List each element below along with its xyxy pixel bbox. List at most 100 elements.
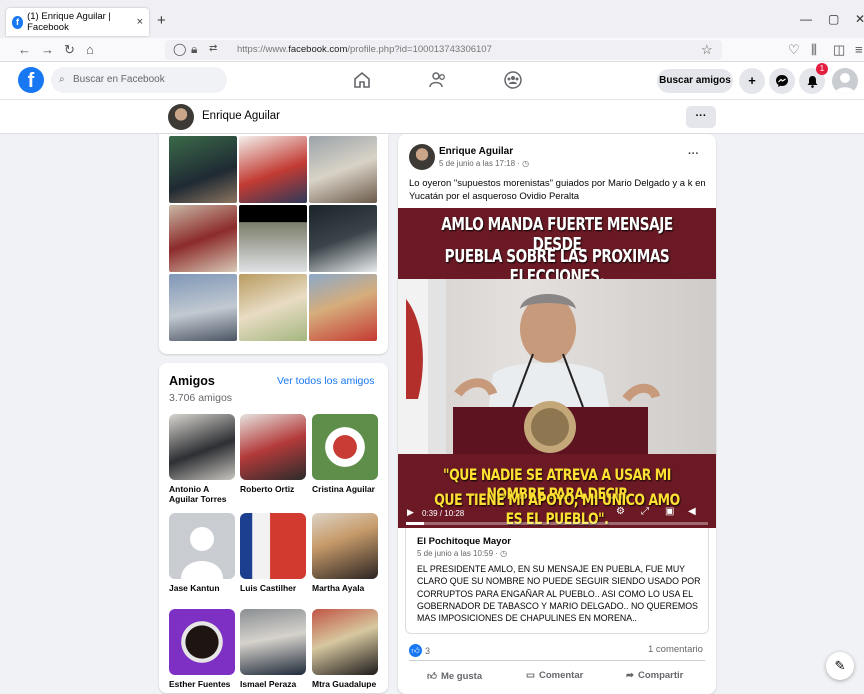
forward-icon[interactable]: → (41, 42, 54, 57)
reload-icon[interactable]: ↻ (64, 42, 75, 58)
photo-thumbnail[interactable] (309, 136, 377, 203)
url-text: https://www.facebook.com/profile.php?id=… (237, 44, 492, 55)
pocket-icon[interactable]: ♡ (788, 42, 800, 58)
post-card: Enrique Aguilar 5 de junio a las 17:18 ·… (398, 134, 716, 694)
menu-icon[interactable]: ≡ (855, 42, 863, 57)
play-icon[interactable]: ▶ (407, 507, 414, 518)
friend-item[interactable]: Mtra Guadalupe (312, 609, 378, 689)
account-avatar[interactable] (832, 68, 858, 94)
tab-close-icon[interactable]: × (137, 16, 143, 28)
video-progress-fill (406, 522, 425, 525)
library-icon[interactable]: ⫼ (811, 42, 817, 58)
friend-item[interactable]: Luis Castilher (240, 513, 306, 593)
reactions-summary[interactable]: 👍︎ 3 (409, 644, 430, 657)
shared-post-timestamp[interactable]: 5 de junio a las 10:59 · ◷ (417, 549, 507, 558)
find-friends-button[interactable]: Buscar amigos (657, 69, 733, 93)
profile-avatar[interactable] (168, 104, 194, 130)
friend-item[interactable]: Esther Fuentes (169, 609, 235, 689)
friend-photo-placeholder[interactable] (169, 513, 235, 579)
window-close-icon[interactable]: ✕ (855, 12, 864, 26)
home-nav-icon[interactable] (352, 70, 372, 90)
friend-name[interactable]: Ismael Peraza (240, 679, 306, 689)
post-author-avatar[interactable] (409, 144, 435, 170)
photo-thumbnail[interactable] (239, 205, 307, 272)
friend-name[interactable]: Martha Ayala (312, 583, 378, 593)
like-reaction-icon: 👍︎ (409, 644, 422, 657)
friend-photo[interactable] (240, 609, 306, 675)
friend-photo[interactable] (240, 513, 306, 579)
friend-photo[interactable] (312, 609, 378, 675)
friend-photo[interactable] (312, 513, 378, 579)
photo-thumbnail[interactable] (239, 274, 307, 341)
friend-item[interactable]: Roberto Ortiz (240, 414, 306, 494)
back-icon[interactable]: ← (18, 42, 31, 57)
fullscreen-icon[interactable]: ⤢ (641, 506, 649, 517)
comments-count-link[interactable]: 1 comentario (648, 644, 703, 655)
new-tab-button[interactable]: + (157, 12, 166, 29)
friend-name[interactable]: Esther Fuentes (169, 679, 235, 689)
friend-photo[interactable] (240, 414, 306, 480)
notifications-badge: 1 (816, 63, 828, 75)
volume-icon[interactable]: ◀ (688, 506, 696, 517)
friend-name[interactable]: Mtra Guadalupe (312, 679, 378, 689)
friend-name[interactable]: Antonio A Aguilar Torres (169, 484, 235, 504)
like-button[interactable]: 👍︎ Me gusta (427, 670, 482, 683)
post-author-name[interactable]: Enrique Aguilar (439, 146, 513, 157)
settings-gear-icon[interactable]: ⚙ (616, 506, 625, 517)
friend-item[interactable]: Jase Kantun (169, 513, 235, 593)
url-path: /profile.php?id=100013743306107 (347, 44, 492, 55)
friend-photo[interactable] (169, 414, 235, 480)
share-button[interactable]: ➦ Compartir (626, 670, 683, 681)
video-player[interactable]: AMLO MANDA FUERTE MENSAJE DESDE PUEBLA S… (398, 208, 716, 528)
friend-item[interactable]: Ismael Peraza (240, 609, 306, 689)
post-more-button[interactable]: ··· (688, 148, 699, 160)
friend-name[interactable]: Jase Kantun (169, 583, 235, 593)
friend-item[interactable]: Martha Ayala (312, 513, 378, 593)
shared-post-box[interactable]: El Pochitoque Mayor 5 de junio a las 10:… (405, 528, 709, 634)
profile-name[interactable]: Enrique Aguilar (202, 110, 280, 122)
permissions-icon[interactable]: ⇄ (209, 43, 217, 54)
reactions-count: 3 (425, 645, 431, 656)
friend-name[interactable]: Luis Castilher (240, 583, 306, 593)
photo-thumbnail[interactable] (169, 205, 237, 272)
address-bar[interactable]: ◯ 🔒︎ ⇄ https://www.facebook.com/profile.… (165, 40, 722, 60)
lock-icon[interactable]: 🔒︎ (191, 42, 197, 57)
see-all-friends-link[interactable]: Ver todos los amigos (277, 375, 374, 387)
video-progress-track[interactable] (406, 522, 708, 525)
messenger-icon[interactable] (769, 68, 795, 94)
friends-count: 3.706 amigos (169, 392, 233, 404)
friend-photo[interactable] (169, 609, 235, 675)
url-prefix: https://www. (237, 44, 289, 55)
post-timestamp[interactable]: 5 de junio a las 17:18 · ◷ (439, 159, 529, 168)
friend-name[interactable]: Cristina Aguilar (312, 484, 378, 494)
profile-more-button[interactable]: ··· (686, 106, 716, 128)
friend-name[interactable]: Roberto Ortiz (240, 484, 306, 494)
friends-nav-icon[interactable] (428, 70, 448, 90)
friend-item[interactable]: Cristina Aguilar (312, 414, 378, 494)
friend-photo[interactable] (312, 414, 378, 480)
video-controls: ▶ 0:39 / 10:28 ⚙ ⤢ ▣ ◀ (398, 504, 716, 528)
sidebar-icon[interactable]: ◫ (833, 42, 845, 58)
restore-icon[interactable]: ▢ (828, 12, 839, 26)
bookmark-star-icon[interactable]: ☆ (701, 42, 713, 58)
photo-thumbnail[interactable] (169, 136, 237, 203)
facebook-logo-icon[interactable]: f (18, 67, 44, 93)
friend-item[interactable]: Antonio A Aguilar Torres (169, 414, 235, 504)
photo-thumbnail[interactable] (309, 205, 377, 272)
browser-tab[interactable]: f (1) Enrique Aguilar | Facebook × (6, 8, 149, 36)
shared-post-author[interactable]: El Pochitoque Mayor (417, 536, 511, 547)
picture-in-picture-icon[interactable]: ▣ (665, 506, 674, 517)
groups-nav-icon[interactable] (503, 70, 523, 90)
friends-card: Amigos 3.706 amigos Ver todos los amigos… (159, 363, 388, 693)
photo-thumbnail[interactable] (309, 274, 377, 341)
minimize-icon[interactable]: — (800, 12, 812, 26)
search-input[interactable]: ⌕ Buscar en Facebook (51, 67, 227, 93)
friends-title[interactable]: Amigos (169, 374, 215, 388)
new-message-compose-button[interactable]: ✎ (826, 652, 854, 680)
create-button[interactable]: + (739, 68, 765, 94)
comment-button[interactable]: ▭ Comentar (526, 670, 583, 681)
shield-icon[interactable]: ◯ (173, 42, 186, 56)
home-icon[interactable]: ⌂ (86, 42, 94, 57)
photo-thumbnail[interactable] (239, 136, 307, 203)
photo-thumbnail[interactable] (169, 274, 237, 341)
